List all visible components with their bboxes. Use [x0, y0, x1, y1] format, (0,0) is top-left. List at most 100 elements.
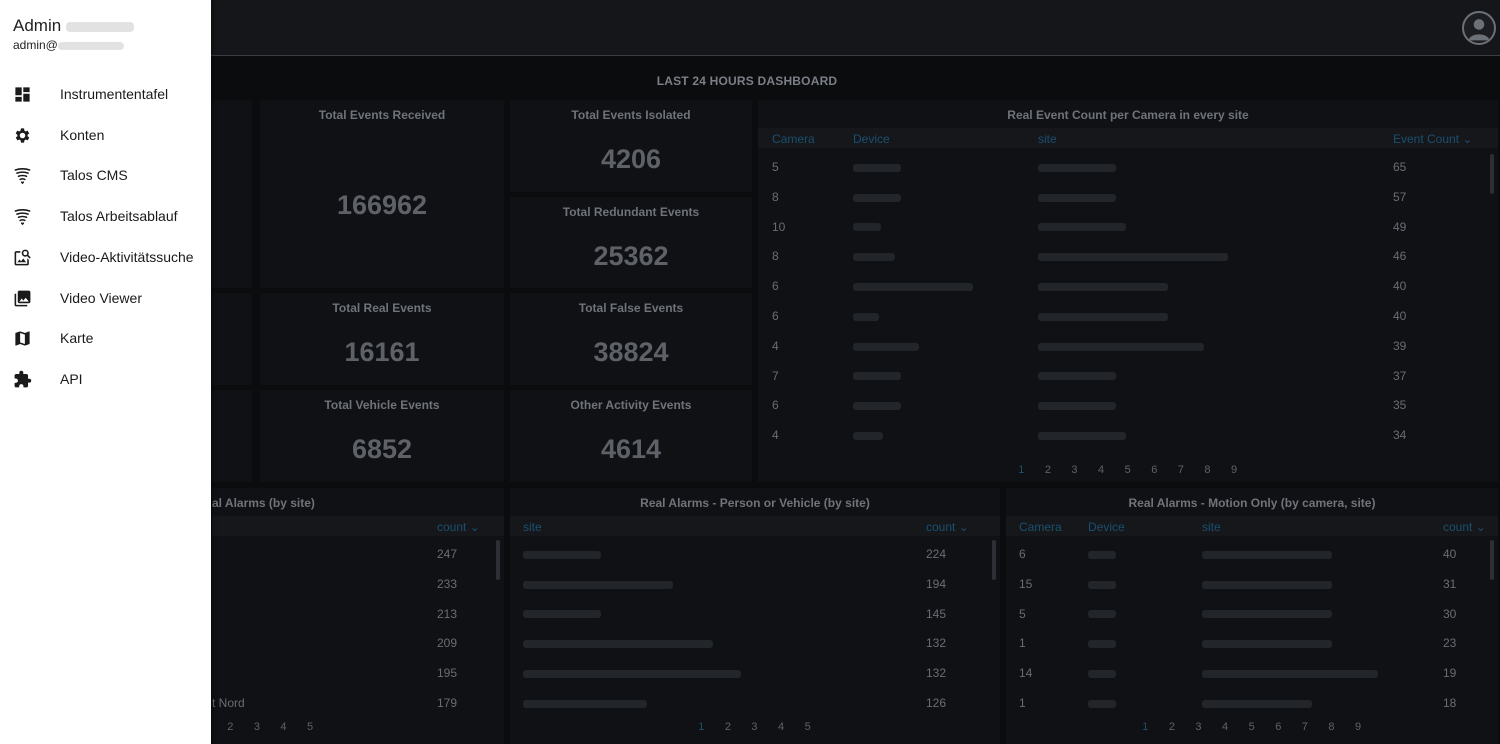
page-link[interactable]: 3 — [244, 721, 271, 733]
table-title: Real Event Count per Camera in every sit… — [1007, 108, 1249, 122]
column-header-camera[interactable]: Camera — [772, 132, 815, 146]
page-link[interactable]: 3 — [741, 721, 768, 733]
redacted-text — [523, 699, 647, 708]
column-header-count[interactable]: count ⌄ — [926, 520, 969, 534]
redacted-text — [523, 670, 741, 679]
nav-item-talos-arbeitsablauf[interactable]: Talos Arbeitsablauf — [0, 196, 211, 236]
camera-cell: 5 — [772, 160, 779, 174]
table-row: 132 — [510, 636, 1000, 666]
redacted-cell — [1088, 696, 1116, 710]
nav-item-label: Talos Arbeitsablauf — [60, 208, 178, 225]
page-link[interactable]: 6 — [1141, 464, 1168, 476]
redacted-cell — [1038, 369, 1116, 383]
camera-cell: 15 — [1019, 576, 1033, 591]
column-header-device[interactable]: Device — [853, 132, 890, 146]
count-cell: 23 — [1443, 636, 1457, 651]
nav-item-api[interactable]: API — [0, 359, 211, 399]
nav-item-label: Konten — [60, 126, 105, 143]
page-link[interactable]: 1 — [688, 721, 715, 733]
pagination: 123456789 — [1132, 721, 1371, 733]
page-link[interactable]: 4 — [270, 721, 297, 733]
count-cell: 233 — [437, 576, 458, 591]
page-link[interactable]: 7 — [1168, 464, 1195, 476]
table-row: 5 65 — [758, 160, 1498, 190]
redacted-text — [853, 372, 901, 381]
redacted-cell — [853, 428, 883, 442]
scrollbar[interactable] — [992, 540, 996, 580]
column-header-event-count[interactable]: Event Count ⌄ — [1393, 132, 1472, 146]
redacted-cell — [1038, 398, 1116, 412]
redacted-text — [1088, 550, 1116, 559]
page-link[interactable]: 7 — [1292, 721, 1319, 733]
redacted-cell — [523, 696, 647, 710]
page-link[interactable]: 5 — [1114, 464, 1141, 476]
scrollbar[interactable] — [496, 540, 500, 580]
table-header: site count ⌄ — [510, 516, 1000, 536]
scrollbar[interactable] — [1490, 540, 1494, 580]
nav-item-talos-cms[interactable]: Talos CMS — [0, 155, 211, 195]
column-header-camera[interactable]: Camera — [1019, 520, 1062, 534]
page-link[interactable]: 5 — [794, 721, 821, 733]
camera-cell: 14 — [1019, 666, 1033, 681]
camera-cell: 7 — [772, 368, 779, 383]
nav-item-karte[interactable]: Karte — [0, 318, 211, 358]
stat-panel-hidden — [212, 293, 252, 385]
nav-item-label: Video-Aktivitätssuche — [60, 248, 194, 265]
page-link[interactable]: 6 — [1265, 721, 1292, 733]
page-link[interactable]: 4 — [1212, 721, 1239, 733]
redacted-cell — [1038, 309, 1168, 323]
redacted-text — [853, 312, 879, 321]
page-link[interactable]: 4 — [1088, 464, 1115, 476]
page-link[interactable]: 1 — [1132, 721, 1159, 733]
nav-item-konten[interactable]: Konten — [0, 115, 211, 155]
page-link[interactable]: 2 — [715, 721, 742, 733]
redacted-cell — [1202, 547, 1332, 561]
redacted-cell — [853, 249, 895, 263]
stat-total-events-received: Total Events Received 166962 — [260, 100, 504, 288]
stat-total-events-isolated: Total Events Isolated 4206 — [510, 100, 752, 192]
table-row: 209 — [212, 636, 504, 666]
page-link[interactable]: 5 — [297, 721, 324, 733]
table-row: 233 — [212, 577, 504, 607]
account-avatar-icon[interactable] — [1462, 11, 1496, 45]
page-link[interactable]: 9 — [1221, 464, 1248, 476]
table-row: 6 35 — [758, 398, 1498, 428]
page-link[interactable]: 2 — [217, 721, 244, 733]
redacted-cell — [1038, 220, 1126, 234]
page-link[interactable]: 8 — [1318, 721, 1345, 733]
column-header-count[interactable]: count ⌄ — [1443, 520, 1486, 534]
redacted-text — [853, 193, 901, 202]
redacted-cell — [853, 339, 919, 353]
redacted-cell — [1038, 190, 1116, 204]
page-link[interactable]: 9 — [1345, 721, 1372, 733]
page-link[interactable]: 2 — [1159, 721, 1186, 733]
redacted-text — [853, 223, 881, 232]
scrollbar[interactable] — [1490, 154, 1494, 194]
page-link[interactable]: 3 — [1061, 464, 1088, 476]
column-header-site[interactable]: site — [1202, 520, 1221, 534]
redacted-cell — [1202, 696, 1312, 710]
camera-cell: 6 — [772, 398, 779, 413]
page-link[interactable]: 8 — [1194, 464, 1221, 476]
redacted-text — [57, 41, 124, 50]
nav-item-video-aktivitätssuche[interactable]: Video-Aktivitätssuche — [0, 237, 211, 277]
table-header: Camera Device site count ⌄ — [1006, 516, 1498, 536]
nav-item-instrumententafel[interactable]: Instrumententafel — [0, 74, 211, 114]
page-link[interactable]: 4 — [768, 721, 795, 733]
page-link[interactable]: 1 — [1008, 464, 1035, 476]
redacted-text — [853, 432, 883, 441]
column-header-device[interactable]: Device — [1088, 520, 1125, 534]
nav-item-video-viewer[interactable]: Video Viewer — [0, 278, 211, 318]
redacted-cell — [1038, 279, 1168, 293]
column-header-site[interactable]: site — [523, 520, 542, 534]
column-header-count[interactable]: count ⌄ — [437, 520, 480, 534]
redacted-cell — [523, 607, 601, 621]
stat-value: 25362 — [593, 241, 669, 271]
column-header-site[interactable]: site — [1038, 132, 1057, 146]
redacted-text — [1202, 610, 1332, 619]
table-row: 224 — [510, 547, 1000, 577]
page-link[interactable]: 5 — [1238, 721, 1265, 733]
page-link[interactable]: 2 — [1035, 464, 1062, 476]
page-link[interactable]: 3 — [1185, 721, 1212, 733]
count-cell: 145 — [926, 606, 947, 621]
